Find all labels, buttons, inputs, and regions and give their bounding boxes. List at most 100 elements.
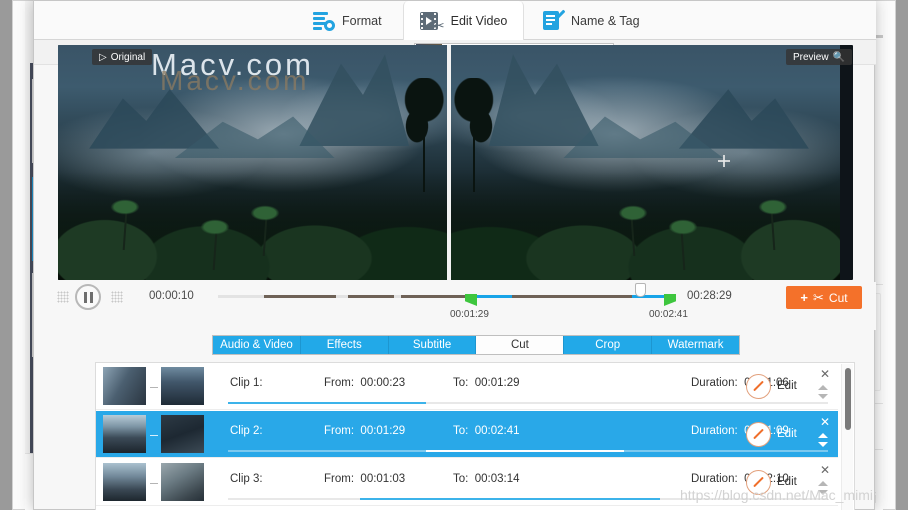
clip-from: From: 00:01:29	[324, 425, 405, 437]
timeline-grip-left-icon	[57, 291, 69, 303]
clip-to: To: 00:02:41	[453, 425, 520, 437]
plus-icon: +	[800, 290, 808, 305]
timeline-end-time: 00:28:29	[687, 290, 732, 302]
timeline-in-label: 00:01:29	[450, 309, 489, 320]
clip-edit-button[interactable]: Edit	[746, 419, 846, 449]
play-triangle-icon: ▷	[99, 51, 107, 63]
subtab-label: Effects	[326, 339, 362, 351]
clip-from-label: From:	[324, 377, 355, 389]
pencil-icon	[746, 421, 771, 447]
close-icon[interactable]: ✕	[820, 463, 830, 477]
timeline-segment	[348, 295, 394, 298]
clip-name: Clip 2:	[230, 425, 263, 437]
thumbnail-separator	[150, 483, 158, 484]
tab-name-and-tag-label: Name & Tag	[571, 13, 640, 28]
timeline-segment	[264, 295, 336, 298]
subtab-crop[interactable]: Crop	[564, 336, 653, 354]
clip-thumbnail-start	[103, 415, 146, 453]
clip-to-value: 00:03:14	[474, 473, 520, 485]
clip-edit-label: Edit	[777, 380, 797, 392]
clip-edit-label: Edit	[777, 476, 797, 488]
tab-format[interactable]: Format	[299, 1, 396, 40]
edit-video-dialog: Format ✂ Edit Video Name & Tag Macv.com …	[33, 0, 876, 510]
cut-button-label: Cut	[828, 290, 848, 305]
pause-button[interactable]	[75, 284, 101, 310]
original-badge-label: Original	[110, 51, 146, 63]
clip-edit-button[interactable]: Edit	[746, 371, 846, 401]
subtab-subtitle[interactable]: Subtitle	[388, 336, 477, 354]
clip-from: From: 00:00:23	[324, 377, 405, 389]
clip-from-label: From:	[324, 425, 355, 437]
tab-edit-video[interactable]: ✂ Edit Video	[403, 1, 524, 41]
clip-duration-label: Duration:	[691, 377, 738, 389]
cut-button[interactable]: + ✂ Cut	[786, 286, 862, 309]
video-watermark-secondary: Macv.com	[160, 65, 310, 96]
clip-to: To: 00:01:29	[453, 377, 520, 389]
clip-to-value: 00:02:41	[474, 425, 520, 437]
dialog-tabbar: Format ✂ Edit Video Name & Tag	[34, 1, 876, 41]
subtab-watermark[interactable]: Watermark	[652, 336, 739, 354]
tab-format-label: Format	[342, 13, 382, 28]
clip-duration-label: Duration:	[691, 473, 738, 485]
clip-to-label: To:	[453, 377, 469, 389]
clip-range-bar[interactable]	[228, 402, 828, 404]
thumbnail-separator	[150, 435, 158, 436]
preview-badge[interactable]: Preview 🔍	[785, 49, 852, 65]
clip-list-scrollbar[interactable]	[841, 364, 853, 510]
clip-range-bar[interactable]	[228, 498, 828, 500]
subtab-label: Subtitle	[412, 339, 452, 351]
clip-thumbnail-end	[161, 415, 204, 453]
pencil-icon	[746, 373, 771, 399]
scissors-icon: ✂	[813, 289, 824, 305]
clip-reorder-spinner[interactable]	[818, 385, 829, 405]
timeline-segment	[512, 295, 632, 298]
clip-from-value: 00:00:23	[360, 377, 406, 389]
video-preview-output-pane	[451, 45, 840, 280]
search-icon: 🔍	[832, 51, 845, 63]
timeline-bar: 00:00:10 00:01:29 00:02:41 00:28:29 + ✂ …	[34, 282, 876, 330]
table-row[interactable]: Clip 3: From: 00:01:03 To: 00:03:14 Dura…	[96, 459, 838, 506]
original-badge[interactable]: ▷ Original	[92, 49, 153, 65]
preview-badge-label: Preview	[792, 51, 829, 63]
screen-root: Ta :29:00 n cing y ? pen Mo... Mac_mimi	[0, 0, 908, 510]
timeline-out-handle[interactable]	[664, 294, 676, 306]
timeline-segment	[401, 295, 465, 298]
clip-reorder-spinner[interactable]	[818, 433, 829, 453]
clip-from: From: 00:01:03	[324, 473, 405, 485]
format-gear-icon	[313, 11, 335, 31]
timeline-start-time: 00:00:10	[149, 290, 194, 302]
subtab-cut[interactable]: Cut	[476, 336, 565, 354]
clip-range-bar[interactable]	[228, 450, 828, 452]
clip-to: To: 00:03:14	[453, 473, 520, 485]
pencil-icon	[746, 469, 771, 495]
subtab-effects[interactable]: Effects	[300, 336, 389, 354]
clip-to-value: 00:01:29	[474, 377, 520, 389]
scrollbar-thumb[interactable]	[845, 368, 851, 430]
clip-name: Clip 1:	[230, 377, 263, 389]
clip-thumbnail-end	[161, 463, 204, 501]
timeline-grip-right-icon	[111, 291, 123, 303]
subtab-label: Crop	[595, 339, 621, 351]
table-row[interactable]: Clip 1: From: 00:00:23 To: 00:01:29 Dura…	[96, 363, 838, 410]
clip-list[interactable]: Clip 1: From: 00:00:23 To: 00:01:29 Dura…	[95, 362, 855, 510]
close-icon[interactable]: ✕	[820, 415, 830, 429]
timeline-playhead[interactable]	[635, 283, 646, 297]
timeline-in-handle[interactable]	[465, 294, 477, 306]
clip-thumbnail-start	[103, 463, 146, 501]
thumbnail-separator	[150, 387, 158, 388]
close-icon[interactable]: ✕	[820, 367, 830, 381]
editing-tool-tabs: Audio & Video Effects Subtitle Cut Crop …	[212, 335, 740, 355]
timeline-scrubber[interactable]: 00:01:29 00:02:41	[218, 283, 688, 320]
subtab-label: Audio & Video	[220, 339, 293, 351]
clip-thumbnail-end	[161, 367, 204, 405]
clip-thumbnail-start	[103, 367, 146, 405]
table-row-selected[interactable]: Clip 2: From: 00:01:29 To: 00:02:41 Dura…	[96, 411, 838, 458]
clip-duration-label: Duration:	[691, 425, 738, 437]
timeline-out-label: 00:02:41	[649, 309, 688, 320]
clip-reorder-spinner[interactable]	[818, 481, 829, 501]
clip-edit-button[interactable]: Edit	[746, 467, 846, 497]
film-scissors-icon: ✂	[419, 11, 445, 32]
pause-bar-icon	[89, 291, 93, 303]
tab-name-and-tag[interactable]: Name & Tag	[529, 1, 654, 40]
subtab-audio-and-video[interactable]: Audio & Video	[213, 336, 301, 354]
